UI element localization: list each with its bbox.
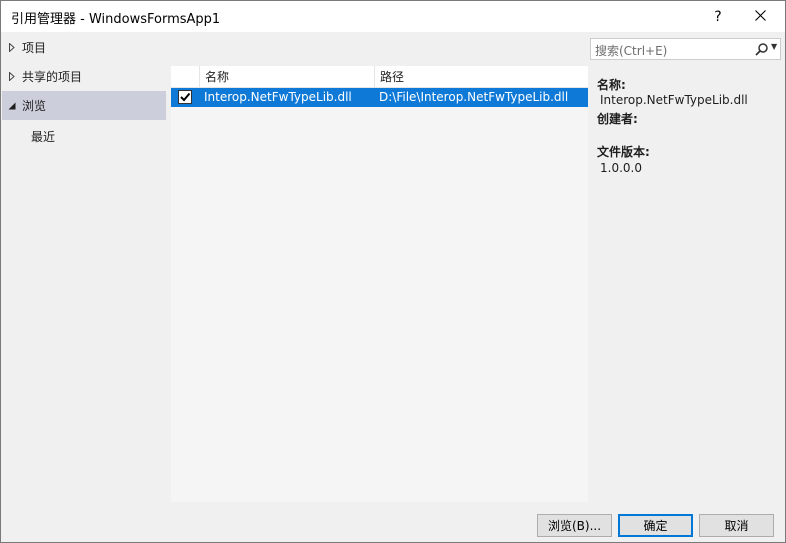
nav-item-label: 共享的项目 <box>22 70 83 84</box>
nav-item-label: 浏览 <box>22 99 47 113</box>
search-input[interactable]: 搜索(Ctrl+E) <box>595 42 667 59</box>
checkbox-column-header <box>171 66 199 88</box>
checkmark-icon <box>180 92 191 102</box>
row-checkbox[interactable] <box>178 90 192 104</box>
window-title: 引用管理器 - WindowsFormsApp1 <box>11 12 221 27</box>
help-button[interactable]: ? <box>698 1 738 32</box>
nav-item-recent[interactable]: 最近 <box>31 128 55 145</box>
search-box[interactable]: 搜索(Ctrl+E) ▼ <box>590 38 781 60</box>
ok-button[interactable]: 确定 <box>618 514 693 537</box>
detail-name-label: 名称: <box>597 78 626 92</box>
reference-manager-window: 引用管理器 - WindowsFormsApp1 ? 项目 共享的项目 浏览 最… <box>0 0 786 543</box>
column-header-path[interactable]: 路径 <box>374 66 588 88</box>
row-name: Interop.NetFwTypeLib.dll <box>204 90 352 104</box>
detail-creator-label: 创建者: <box>597 112 638 126</box>
list-header: 名称 路径 <box>171 66 588 88</box>
close-icon <box>754 9 766 25</box>
collapse-arrow-icon[interactable] <box>2 91 22 120</box>
detail-name-value: Interop.NetFwTypeLib.dll <box>600 93 748 107</box>
nav-item-projects[interactable]: 项目 <box>2 33 166 62</box>
close-button[interactable] <box>740 1 780 32</box>
expand-arrow-icon[interactable] <box>2 33 22 62</box>
reference-list: 名称 路径 Interop.NetFwTypeLib.dll D:\File\I… <box>171 66 588 502</box>
search-icon[interactable] <box>755 42 769 59</box>
cancel-button[interactable]: 取消 <box>699 514 774 537</box>
details-pane: 搜索(Ctrl+E) ▼ 名称: Interop.NetFwTypeLib.dl… <box>588 32 785 502</box>
nav-item-label: 项目 <box>22 41 47 55</box>
detail-version-label: 文件版本: <box>597 145 650 159</box>
column-header-name[interactable]: 名称 <box>199 66 374 88</box>
browse-button[interactable]: 浏览(B)... <box>537 514 612 537</box>
nav-item-shared-projects[interactable]: 共享的项目 <box>2 62 166 91</box>
nav-item-browse[interactable]: 浏览 <box>2 91 166 120</box>
expand-arrow-icon[interactable] <box>2 62 22 91</box>
row-path: D:\File\Interop.NetFwTypeLib.dll <box>379 90 569 104</box>
detail-version-value: 1.0.0.0 <box>600 161 642 175</box>
navigation-pane: 项目 共享的项目 浏览 最近 <box>2 32 170 502</box>
search-options-dropdown-icon[interactable]: ▼ <box>771 42 777 51</box>
table-row[interactable]: Interop.NetFwTypeLib.dll D:\File\Interop… <box>171 88 588 107</box>
title-bar: 引用管理器 - WindowsFormsApp1 ? <box>1 1 785 32</box>
